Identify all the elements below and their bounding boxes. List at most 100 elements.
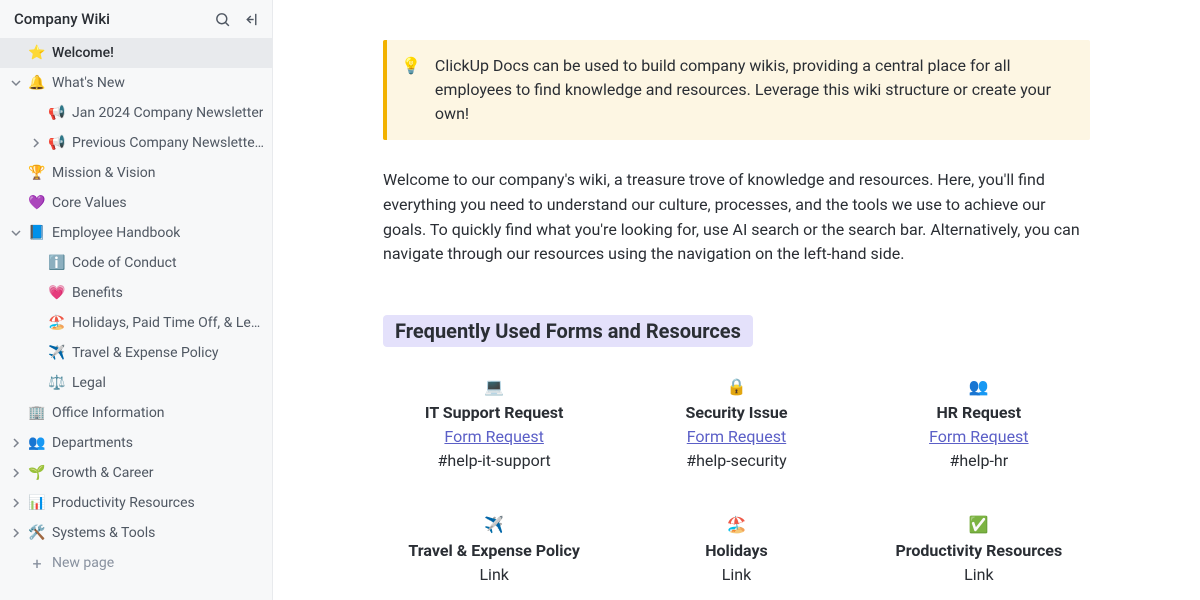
card-title: Holidays	[625, 539, 847, 563]
chevron-down-icon[interactable]	[10, 77, 22, 89]
sidebar-item-office-information[interactable]: 🏢 Office Information	[0, 398, 272, 428]
resource-card: 🏖️Holidays Link	[625, 513, 847, 587]
nav-item-icon: 🌱	[28, 465, 46, 481]
resource-card: 💻IT Support Request Form Request #help-it-…	[383, 375, 605, 473]
card-title: HR Request	[868, 401, 1090, 425]
card-emoji-icon: 💻	[383, 375, 605, 399]
nav-item-label: Benefits	[72, 285, 123, 301]
nav-item-label: Growth & Career	[52, 465, 154, 481]
sidebar-item-previous-company-newsletters[interactable]: 📢 Previous Company Newsletters	[0, 128, 272, 158]
nav-item-label: Legal	[72, 375, 106, 391]
card-link[interactable]: Link	[722, 565, 751, 584]
nav-item-icon: 📢	[48, 105, 66, 121]
chevron-right-icon[interactable]	[10, 497, 22, 509]
sidebar-item-welcome[interactable]: ⭐ Welcome!	[0, 38, 272, 68]
sidebar-item-travel-expense-policy[interactable]: ✈️ Travel & Expense Policy	[0, 338, 272, 368]
card-title: Productivity Resources	[868, 539, 1090, 563]
card-emoji-icon: ✈️	[383, 513, 605, 537]
intro-paragraph: Welcome to our company's wiki, a treasur…	[383, 168, 1090, 267]
nav-item-icon: ✈️	[48, 345, 66, 361]
sidebar-item-what-s-new[interactable]: 🔔 What's New	[0, 68, 272, 98]
nav-item-icon: ⚖️	[48, 375, 66, 391]
sidebar-item-systems-tools[interactable]: 🛠️ Systems & Tools	[0, 518, 272, 548]
card-channel: #help-it-support	[383, 449, 605, 473]
sidebar-header: Company Wiki	[0, 0, 272, 38]
sidebar-item-growth-career[interactable]: 🌱 Growth & Career	[0, 458, 272, 488]
search-icon[interactable]	[214, 11, 231, 28]
resource-cards-grid: 💻IT Support Request Form Request #help-it-…	[383, 375, 1090, 587]
sidebar-item-holidays-paid-time-off-leave[interactable]: 🏖️ Holidays, Paid Time Off, & Leave...	[0, 308, 272, 338]
callout-banner: 💡 ClickUp Docs can be used to build comp…	[383, 40, 1090, 140]
nav-item-label: Departments	[52, 435, 133, 451]
nav-item-icon: 📢	[48, 135, 66, 151]
sidebar-item-benefits[interactable]: 💗 Benefits	[0, 278, 272, 308]
section-title: Frequently Used Forms and Resources	[383, 315, 753, 347]
nav-item-label: What's New	[52, 75, 125, 91]
nav-item-label: Previous Company Newsletters	[72, 135, 264, 151]
card-link[interactable]: Link	[479, 565, 508, 584]
nav-item-label: Mission & Vision	[52, 165, 156, 181]
main-content: 💡 ClickUp Docs can be used to build comp…	[273, 0, 1200, 600]
card-channel: #help-security	[625, 449, 847, 473]
card-title: IT Support Request	[383, 401, 605, 425]
nav-item-icon: 💜	[28, 195, 46, 211]
new-page-label: New page	[52, 555, 114, 571]
chevron-down-icon[interactable]	[10, 227, 22, 239]
new-page-button[interactable]: + New page	[0, 548, 272, 578]
resource-card: 🔒Security Issue Form Request #help-securit…	[625, 375, 847, 473]
nav-item-label: Holidays, Paid Time Off, & Leave...	[72, 315, 264, 331]
card-link[interactable]: Form Request	[687, 427, 786, 446]
chevron-right-icon[interactable]	[10, 467, 22, 479]
nav-item-label: Systems & Tools	[52, 525, 155, 541]
nav-item-icon: 🏖️	[48, 315, 66, 331]
chevron-right-icon[interactable]	[30, 137, 42, 149]
nav-item-label: Office Information	[52, 405, 165, 421]
wiki-title: Company Wiki	[14, 10, 110, 28]
sidebar-item-departments[interactable]: 👥 Departments	[0, 428, 272, 458]
nav-item-label: Employee Handbook	[52, 225, 180, 241]
nav-item-icon: 📊	[28, 495, 46, 511]
card-emoji-icon: 🏖️	[625, 513, 847, 537]
nav-item-icon: 👥	[28, 435, 46, 451]
sidebar-item-employee-handbook[interactable]: 📘 Employee Handbook	[0, 218, 272, 248]
sidebar-item-legal[interactable]: ⚖️ Legal	[0, 368, 272, 398]
sidebar-item-jan-2024-company-newsletter[interactable]: 📢 Jan 2024 Company Newsletter	[0, 98, 272, 128]
nav-item-icon: 💗	[48, 285, 66, 301]
resource-card: 👥HR Request Form Request #help-hr	[868, 375, 1090, 473]
nav-item-icon: 🏢	[28, 405, 46, 421]
sidebar-item-code-of-conduct[interactable]: ℹ️ Code of Conduct	[0, 248, 272, 278]
card-link[interactable]: Form Request	[444, 427, 543, 446]
sidebar-nav: ⭐ Welcome! 🔔 What's New 📢 Jan 2024 Company Ne…	[0, 38, 272, 600]
sidebar-item-productivity-resources[interactable]: 📊 Productivity Resources	[0, 488, 272, 518]
nav-item-icon: 🛠️	[28, 525, 46, 541]
nav-item-label: Travel & Expense Policy	[72, 345, 219, 361]
collapse-sidebar-icon[interactable]	[243, 11, 260, 28]
sidebar-item-mission-vision[interactable]: 🏆Mission & Vision	[0, 158, 272, 188]
nav-item-label: Code of Conduct	[72, 255, 177, 271]
callout-text: ClickUp Docs can be used to build compan…	[435, 54, 1070, 126]
chevron-right-icon[interactable]	[10, 527, 22, 539]
card-emoji-icon: 👥	[868, 375, 1090, 399]
resource-card: ✈️Travel & Expense Policy Link	[383, 513, 605, 587]
resource-card: ✅Productivity Resources Link	[868, 513, 1090, 587]
card-emoji-icon: 🔒	[625, 375, 847, 399]
lightbulb-icon: 💡	[401, 54, 421, 126]
sidebar-item-core-values[interactable]: 💜 Core Values	[0, 188, 272, 218]
nav-item-icon: 📘	[28, 225, 46, 241]
plus-icon: +	[28, 554, 46, 573]
card-link[interactable]: Link	[964, 565, 993, 584]
card-title: Travel & Expense Policy	[383, 539, 605, 563]
card-link[interactable]: Form Request	[929, 427, 1028, 446]
card-channel: #help-hr	[868, 449, 1090, 473]
chevron-right-icon[interactable]	[10, 437, 22, 449]
nav-item-label: Productivity Resources	[52, 495, 195, 511]
sidebar: Company Wiki ⭐ Welcome! 🔔 What's New 📢 Jan 20…	[0, 0, 273, 600]
card-title: Security Issue	[625, 401, 847, 425]
nav-item-label: Jan 2024 Company Newsletter	[72, 105, 263, 121]
nav-item-label: Core Values	[52, 195, 127, 211]
nav-item-icon: ⭐	[28, 45, 46, 61]
card-emoji-icon: ✅	[868, 513, 1090, 537]
nav-item-icon: ℹ️	[48, 255, 66, 271]
nav-item-label: Welcome!	[52, 45, 114, 61]
nav-item-icon: 🔔	[28, 75, 46, 91]
